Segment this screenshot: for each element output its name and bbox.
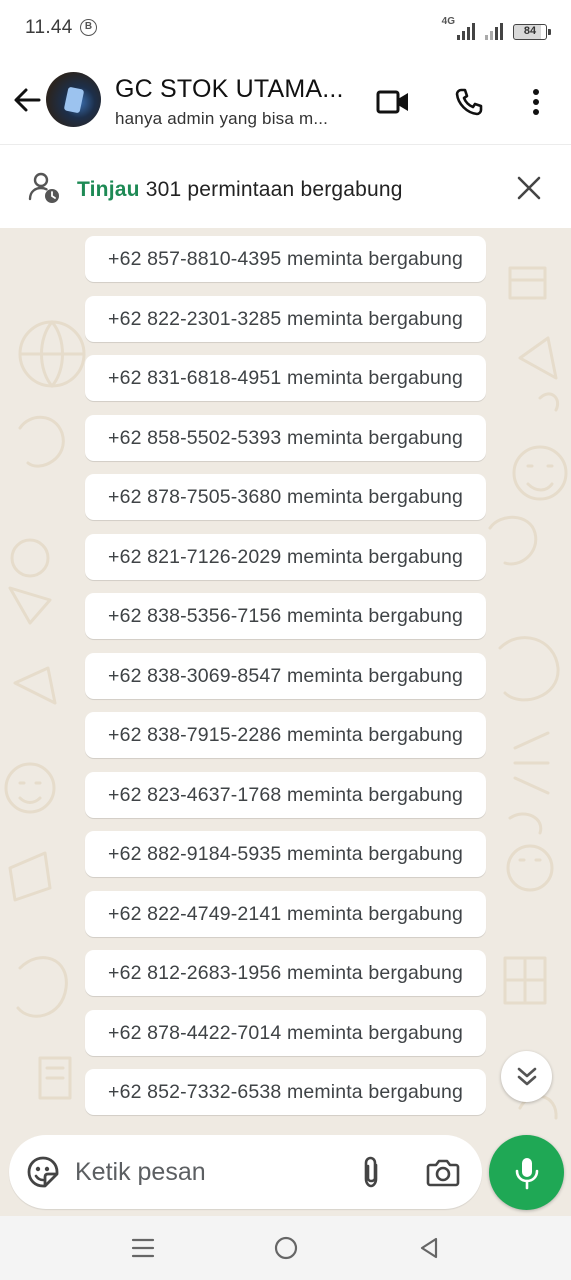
scroll-to-bottom-button[interactable] (501, 1051, 552, 1102)
system-message: +62 822-2301-3285 meminta bergabung (85, 296, 486, 342)
message-input[interactable] (75, 1153, 345, 1191)
recents-icon (131, 1238, 155, 1258)
signal-icon-secondary (485, 22, 503, 40)
home-circle-icon (274, 1236, 298, 1260)
group-avatar[interactable] (46, 72, 101, 127)
chat-header: GC STOK UTAMA... hanya admin yang bisa m… (0, 58, 571, 144)
system-message: +62 831-6818-4951 meminta bergabung (85, 355, 486, 401)
sticker-button[interactable] (25, 1154, 61, 1190)
video-camera-icon (376, 90, 408, 114)
system-message: +62 878-4422-7014 meminta bergabung (85, 1010, 486, 1056)
review-link[interactable]: Tinjau (77, 178, 140, 201)
back-triangle-icon (420, 1237, 438, 1259)
paperclip-icon (364, 1156, 378, 1188)
more-options-button[interactable] (516, 82, 556, 122)
battery-icon: 84 (513, 24, 551, 40)
close-icon (517, 176, 541, 200)
sticker-icon (27, 1156, 59, 1188)
status-bar: 11.44 B 4G 84 (0, 0, 571, 58)
phone-icon (455, 88, 483, 116)
chat-title[interactable]: GC STOK UTAMA... (115, 75, 355, 104)
system-message: +62 882-9184-5935 meminta bergabung (85, 831, 486, 877)
system-message: +62 878-7505-3680 meminta bergabung (85, 474, 486, 520)
system-message: +62 821-7126-2029 meminta bergabung (85, 534, 486, 580)
home-button[interactable] (268, 1230, 304, 1266)
chat-subtitle[interactable]: hanya admin yang bisa m... (115, 109, 355, 129)
status-indicators: 4G 84 (441, 16, 551, 40)
back-button[interactable] (8, 80, 46, 120)
join-requests-banner[interactable]: Tinjau 301 permintaan bergabung (0, 144, 571, 228)
system-message: +62 822-4749-2141 meminta bergabung (85, 891, 486, 937)
video-call-button[interactable] (373, 82, 413, 122)
system-message: +62 857-8810-4395 meminta bergabung (85, 236, 486, 282)
join-requests-count: 301 permintaan bergabung (139, 178, 403, 201)
status-time: 11.44 (25, 17, 73, 38)
system-message: +62 812-2683-1956 meminta bergabung (85, 950, 486, 996)
join-requests-text: Tinjau 301 permintaan bergabung (77, 178, 403, 202)
system-message: +62 823-4637-1768 meminta bergabung (85, 772, 486, 818)
b-circle-icon: B (80, 19, 97, 36)
dismiss-banner-button[interactable] (510, 169, 548, 207)
system-message: +62 858-5502-5393 meminta bergabung (85, 415, 486, 461)
microphone-icon (515, 1157, 538, 1189)
camera-button[interactable] (424, 1154, 462, 1190)
double-chevron-down-icon (517, 1067, 536, 1085)
attach-button[interactable] (353, 1154, 389, 1190)
more-vertical-icon (533, 89, 539, 115)
user-pending-icon (28, 172, 59, 203)
recents-button[interactable] (125, 1230, 161, 1266)
voice-call-button[interactable] (449, 82, 489, 122)
system-back-button[interactable] (411, 1230, 447, 1266)
system-message: +62 852-7332-6538 meminta bergabung (85, 1069, 486, 1115)
message-composer (9, 1135, 482, 1209)
chat-area[interactable]: +62 857-8810-4395 meminta bergabung +62 … (0, 228, 571, 1216)
voice-message-button[interactable] (489, 1135, 564, 1210)
network-type-label: 4G (441, 16, 455, 27)
system-nav-bar (0, 1216, 571, 1280)
system-message: +62 838-3069-8547 meminta bergabung (85, 653, 486, 699)
system-message: +62 838-5356-7156 meminta bergabung (85, 593, 486, 639)
signal-icon (457, 22, 475, 40)
camera-icon (426, 1159, 460, 1187)
arrow-left-icon (14, 88, 41, 112)
system-message: +62 838-7915-2286 meminta bergabung (85, 712, 486, 758)
